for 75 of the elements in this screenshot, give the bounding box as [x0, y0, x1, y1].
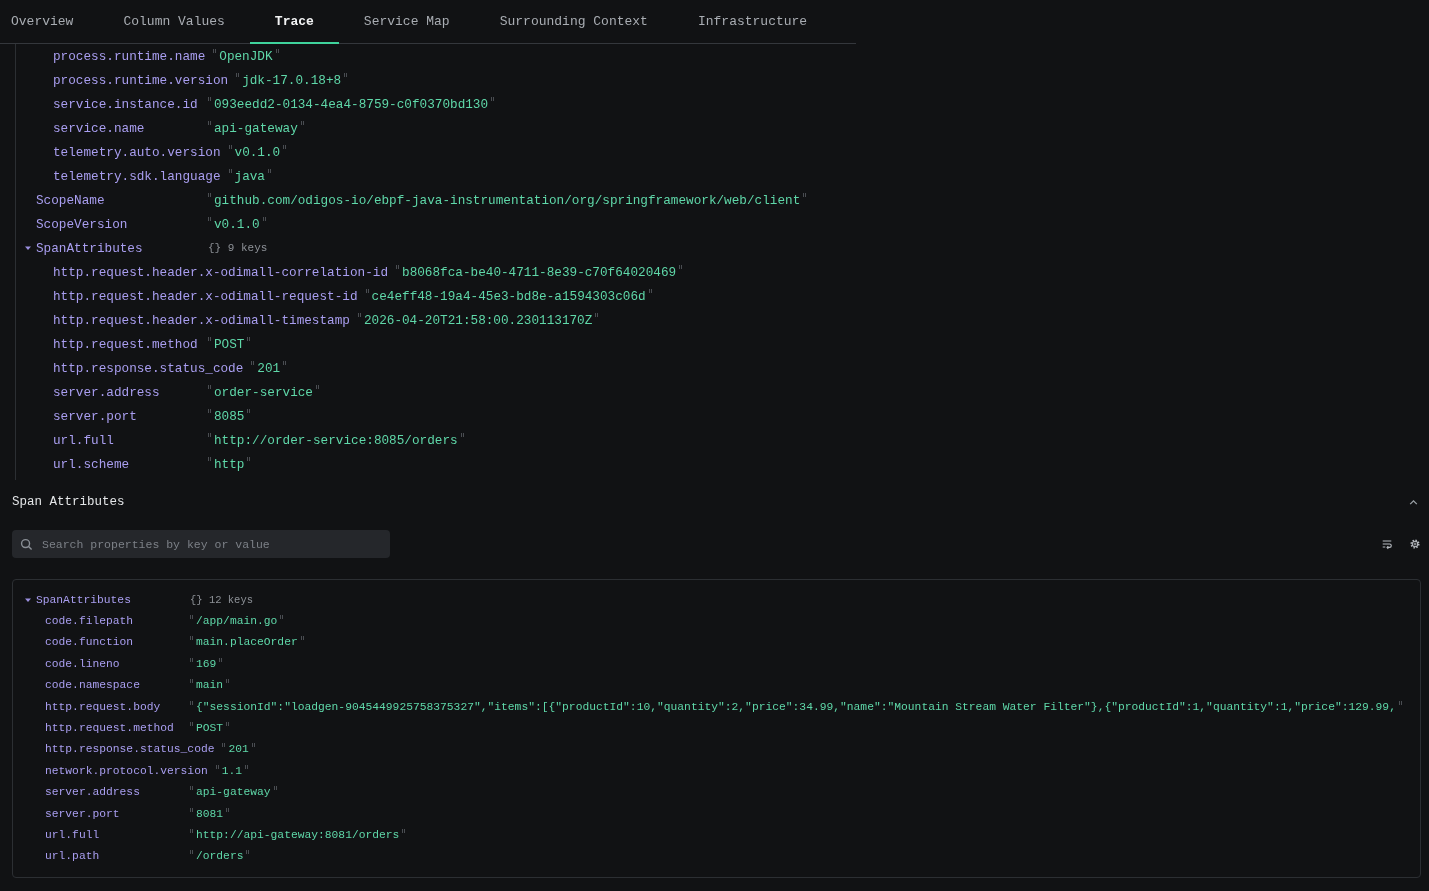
- attribute-key: telemetry.sdk.language: [53, 168, 221, 184]
- attribute-key: code.filepath: [45, 615, 182, 628]
- attribute-key: telemetry.auto.version: [53, 144, 221, 160]
- attribute-value: 8085: [208, 408, 251, 424]
- attribute-value: http://order-service:8085/orders: [208, 432, 464, 448]
- attribute-key: SpanAttributes: [36, 240, 200, 256]
- tab[interactable]: Trace: [249, 0, 339, 44]
- attribute-value: b8068fca-be40-4711-8e39-c70f64020469: [396, 264, 683, 280]
- key-count: {} 9 keys: [208, 242, 268, 254]
- attribute-key: url.scheme: [53, 456, 200, 472]
- tab[interactable]: Surrounding Context: [474, 0, 673, 44]
- attribute-key: http.request.header.x-odimall-timestamp: [53, 312, 350, 328]
- attribute-key: service.instance.id: [53, 96, 200, 112]
- attribute-key: http.request.header.x-odimall-request-id: [53, 288, 358, 304]
- attribute-value: 2026-04-20T21:58:00.230113170Z: [357, 312, 599, 328]
- attribute-value: 169: [190, 657, 223, 670]
- attribute-key: server.port: [45, 807, 182, 820]
- attribute-value: java: [228, 168, 271, 184]
- settings-icon[interactable]: [1409, 538, 1421, 550]
- attribute-value: 1.1: [215, 764, 249, 777]
- search-field[interactable]: Search properties by key or value: [12, 530, 390, 558]
- attribute-value: 8081: [190, 807, 230, 820]
- search-input[interactable]: Search properties by key or value: [40, 536, 382, 552]
- tab[interactable]: Overview: [0, 0, 99, 44]
- attribute-value: POST: [208, 336, 251, 352]
- attribute-value: v0.1.0: [208, 216, 266, 232]
- attribute-value: /orders: [190, 850, 250, 863]
- attribute-value: main.placeOrder: [190, 636, 304, 649]
- tab[interactable]: Column Values: [98, 0, 250, 44]
- attribute-value: POST: [190, 722, 230, 735]
- attribute-key: server.address: [45, 786, 182, 799]
- attribute-value: github.com/odigos-io/ebpf-java-instrumentation/org/springframework/web/client: [208, 192, 807, 208]
- attribute-key: ScopeName: [36, 192, 200, 208]
- search-icon: [20, 537, 33, 551]
- attribute-key: SpanAttributes: [36, 593, 182, 606]
- attribute-value: jdk-17.0.18+8: [236, 72, 348, 88]
- attribute-key: http.request.method: [53, 336, 200, 352]
- attribute-key: http.request.method: [45, 722, 182, 735]
- attribute-key: server.address: [53, 384, 200, 400]
- attribute-key: process.runtime.version: [53, 72, 229, 88]
- key-count: {} 12 keys: [190, 593, 253, 606]
- attribute-value: api-gateway: [190, 786, 277, 799]
- attribute-value: v0.1.0: [228, 144, 287, 160]
- attribute-key: code.lineno: [45, 657, 182, 670]
- attribute-value: main: [190, 679, 230, 692]
- attribute-value: 201: [251, 360, 287, 376]
- attribute-value: 093eedd2-0134-4ea4-8759-c0f0370bd130: [208, 96, 495, 112]
- attribute-key: code.namespace: [45, 679, 182, 692]
- attribute-value: /app/main.go: [190, 615, 284, 628]
- attribute-value: http://api-gateway:8081/orders: [190, 829, 406, 841]
- attribute-value: ce4eff48-19a4-45e3-bd8e-a1594303c06d: [365, 288, 652, 304]
- section-title: Span Attributes: [12, 495, 125, 509]
- attribute-key: http.request.body: [45, 700, 182, 713]
- attribute-key: network.protocol.version: [45, 764, 208, 777]
- tab[interactable]: Infrastructure: [672, 0, 833, 44]
- attribute-value: 201: [222, 743, 255, 756]
- wrap-lines-icon[interactable]: [1381, 538, 1393, 550]
- attribute-key: code.function: [45, 636, 182, 649]
- caret-icon[interactable]: [24, 244, 32, 252]
- attribute-key: http.request.header.x-odimall-correlation-id: [53, 264, 388, 280]
- attribute-key: http.response.status_code: [53, 360, 244, 376]
- attribute-key: process.runtime.name: [53, 48, 206, 64]
- attribute-key: url.path: [45, 850, 182, 863]
- attribute-key: http.response.status_code: [45, 743, 215, 756]
- attribute-value: {"sessionId":"loadgen-9045449925758375327","items":[{"productId":10,"quantity":2,"price":34.99,"name":"Mountain Stream Water Filter"},{"productId":1,"quantity":1,"price":129.99,: [190, 700, 1402, 713]
- attribute-value: api-gateway: [208, 120, 304, 136]
- attribute-key: url.full: [53, 432, 200, 448]
- attribute-key: service.name: [53, 120, 200, 136]
- attribute-value: OpenJDK: [213, 48, 279, 64]
- attribute-key: server.port: [53, 408, 200, 424]
- attribute-value: order-service: [208, 384, 319, 400]
- attribute-key: ScopeVersion: [36, 216, 200, 232]
- tab[interactable]: Service Map: [338, 0, 475, 44]
- attribute-value: http: [208, 456, 251, 472]
- attribute-key: url.full: [45, 829, 182, 841]
